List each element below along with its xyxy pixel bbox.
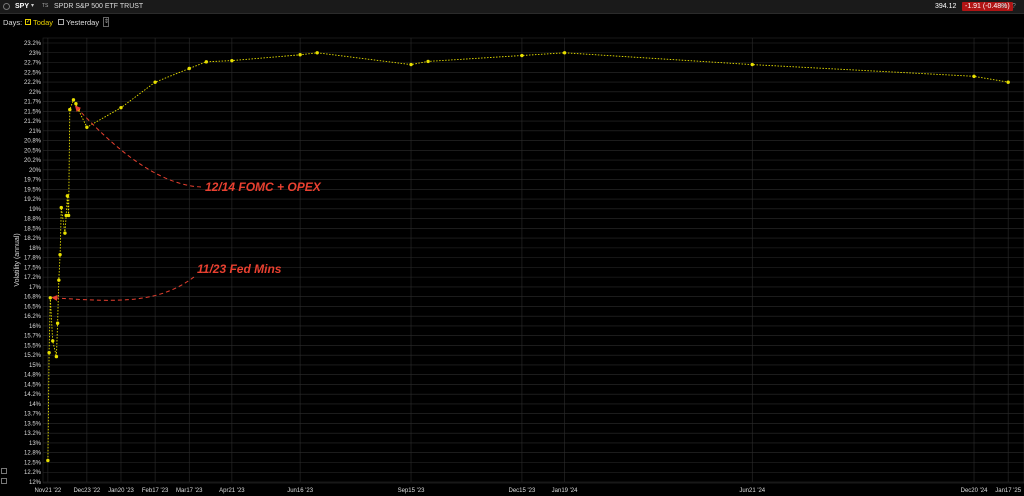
y-tick-label: 12.2% (24, 470, 42, 476)
data-point[interactable] (187, 66, 191, 71)
x-tick-label: Dec20 '24 (961, 488, 988, 494)
y-tick-label: 22% (29, 90, 42, 96)
y-tick-label: 14.2% (24, 392, 42, 398)
data-point[interactable] (972, 74, 976, 79)
y-tick-label: 17.2% (24, 275, 42, 281)
data-point[interactable] (298, 53, 302, 57)
y-axis-label: Volatility (annual) (14, 233, 21, 286)
y-tick-label: 18.2% (24, 236, 42, 242)
data-point[interactable] (153, 80, 157, 84)
data-point[interactable] (51, 339, 55, 343)
volatility-chart: 12% 12.2% 12.5% 12.8% 13% 13.2% 13.5% 13.7% 14% 1… (14, 37, 1024, 494)
y-tick-label: 16.8% (24, 295, 42, 301)
x-tick-label: Mar17 '23 (176, 488, 203, 494)
x-tick-label: Jan20 '23 (108, 488, 134, 494)
data-point[interactable] (204, 60, 208, 64)
y-tick-label: 19.2% (24, 197, 42, 203)
data-point[interactable] (562, 51, 567, 55)
annotation-fed-mins: 11/23 Fed Mins (197, 262, 282, 276)
y-tick-label: 13% (29, 441, 42, 447)
x-tick-label: Feb17 '23 (142, 488, 169, 494)
x-tick-label: Dec23 '22 (73, 488, 100, 494)
y-tick-label: 20.5% (24, 148, 42, 154)
y-tick-label: 15.5% (24, 343, 42, 349)
y-tick-label: 23% (29, 51, 42, 57)
data-point[interactable] (66, 213, 71, 218)
y-tick-label: 14% (29, 402, 42, 408)
y-tick-label: 22.7% (24, 61, 42, 67)
data-point[interactable] (63, 231, 67, 235)
y-tick-label: 18.8% (24, 217, 42, 223)
data-point[interactable] (68, 107, 72, 112)
y-tick-label: 21.7% (24, 100, 42, 106)
y-tick-label: 21% (29, 129, 42, 135)
y-tick-label: 12.5% (24, 460, 42, 466)
y-tick-label: 12% (29, 480, 42, 486)
y-tick-label: 19% (29, 207, 42, 213)
data-point[interactable] (54, 354, 59, 359)
x-tick-label: Jan17 '25 (995, 488, 1021, 494)
y-tick-label: 14.8% (24, 373, 42, 379)
y-tick-label: 13.7% (24, 412, 42, 418)
data-point[interactable] (1006, 80, 1010, 84)
data-point[interactable] (315, 51, 319, 55)
y-tick-label: 15% (29, 363, 42, 369)
data-point[interactable] (520, 53, 524, 58)
y-tick-label: 16% (29, 324, 42, 330)
y-tick-label: 15.7% (24, 334, 42, 340)
y-tick-label: 16.2% (24, 314, 42, 320)
y-tick-label: 17.8% (24, 256, 42, 262)
data-point[interactable] (230, 58, 234, 63)
x-axis: Nov21 '22 Dec23 '22 Jan20 '23 Feb17 '23 Mar1… (34, 488, 1021, 494)
x-tick-label: Jun21 '24 (739, 488, 765, 494)
x-tick-label: Nov21 '22 (34, 488, 61, 494)
y-tick-label: 19.7% (24, 178, 42, 184)
plot-area (42, 37, 1024, 484)
y-tick-label: 23.2% (24, 41, 42, 47)
data-point[interactable] (750, 62, 754, 67)
data-point[interactable] (46, 458, 50, 463)
data-point[interactable] (55, 321, 60, 325)
data-point[interactable] (47, 350, 51, 355)
y-tick-label: 18% (29, 246, 42, 252)
y-tick-label: 17.5% (24, 265, 42, 271)
data-point[interactable] (426, 59, 430, 64)
y-tick-label: 13.2% (24, 431, 42, 437)
data-point[interactable] (57, 278, 61, 282)
y-tick-label: 14.5% (24, 382, 42, 388)
annotation-fomc: 12/14 FOMC + OPEX (205, 180, 322, 194)
y-tick-label: 19.5% (24, 187, 42, 193)
y-tick-label: 16.5% (24, 304, 42, 310)
x-tick-label: Jun16 '23 (287, 488, 313, 494)
x-tick-label: Jan19 '24 (552, 488, 578, 494)
data-point[interactable] (85, 125, 89, 129)
data-point[interactable] (58, 252, 62, 257)
y-tick-label: 21.5% (24, 109, 42, 115)
data-point[interactable] (119, 105, 123, 110)
y-tick-label: 22.2% (24, 80, 42, 86)
y-tick-label: 20% (29, 168, 42, 174)
data-point[interactable] (48, 296, 53, 300)
data-point[interactable] (59, 205, 63, 210)
x-tick-label: Sep15 '23 (398, 488, 425, 494)
x-tick-label: Dec15 '23 (509, 488, 536, 494)
data-point[interactable] (71, 98, 76, 102)
y-tick-label: 21.2% (24, 119, 42, 125)
y-tick-label: 15.2% (24, 353, 42, 359)
y-axis: 12% 12.2% 12.5% 12.8% 13% 13.2% 13.5% 13.7% 14% 1… (24, 41, 42, 486)
y-tick-label: 22.5% (24, 70, 42, 76)
y-tick-label: 18.5% (24, 226, 42, 232)
y-tick-label: 12.8% (24, 451, 42, 457)
x-tick-label: Apr21 '23 (219, 488, 245, 494)
y-tick-label: 17% (29, 285, 42, 291)
y-tick-label: 20.2% (24, 158, 42, 164)
data-point[interactable] (65, 194, 70, 198)
y-tick-label: 13.5% (24, 421, 42, 427)
data-point[interactable] (74, 102, 78, 106)
data-point[interactable] (409, 62, 413, 67)
y-tick-label: 20.8% (24, 139, 42, 145)
